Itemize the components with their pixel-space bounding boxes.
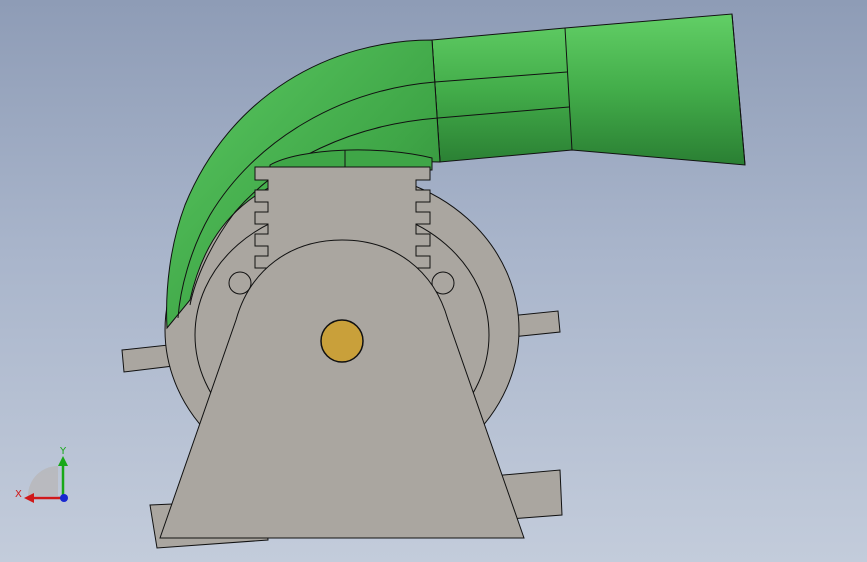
- axis-triad: Y X: [15, 446, 68, 503]
- discharge-pipe-outlet: [431, 13, 746, 166]
- z-axis-dot: [60, 494, 68, 502]
- triad-plane: [28, 466, 58, 496]
- y-axis-label: Y: [59, 446, 67, 457]
- model-viewport[interactable]: Y X: [0, 0, 867, 562]
- hammer-mill-model[interactable]: [0, 0, 867, 562]
- rotor-shaft: [320, 319, 364, 363]
- left-bolt-hole: [228, 271, 252, 295]
- y-axis-arrow: [58, 456, 68, 466]
- x-axis-label: X: [15, 489, 22, 500]
